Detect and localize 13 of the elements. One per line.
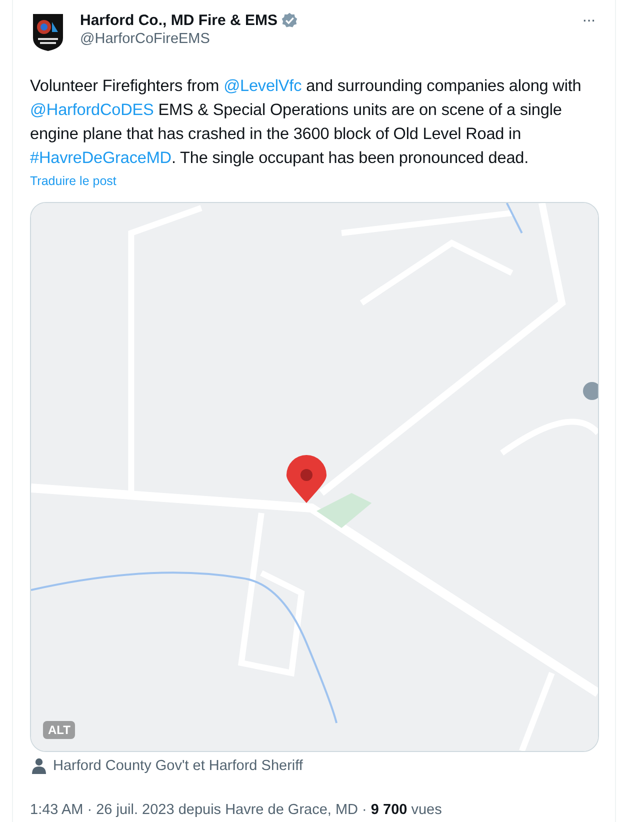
post-metadata: 1:43 AM · 26 juil. 2023 depuis Havre de Grace, MD · 9 700 vues (30, 802, 443, 818)
person-icon (32, 758, 46, 774)
tagged-users[interactable]: Harford County Gov't et Harford Sheriff (53, 758, 303, 774)
author-handle[interactable]: @HarforCoFireEMS (80, 31, 564, 47)
post-link[interactable]: #HavreDeGraceMD (30, 149, 172, 167)
post-text: Volunteer Firefighters from @LevelVfc and surrounding companies along with @HarfordCoDES EMS & Special Operations units are on scene of a single engine plane that has crashed in the 3600 block of Old Level Road in #HavreDeGraceMD. The single occupant has been pronounced dead. (30, 76, 582, 169)
translate-link[interactable]: Traduire le post (30, 174, 116, 188)
post-link[interactable]: @HarfordCoDES (30, 101, 154, 119)
author-name[interactable]: Harford Co., MD Fire & EMS (80, 12, 278, 29)
more-options-button[interactable]: ··· (578, 12, 599, 30)
alt-badge[interactable]: ALT (43, 721, 76, 739)
post-link[interactable]: @LevelVfc (224, 77, 302, 95)
logo-avatar[interactable] (30, 12, 66, 52)
